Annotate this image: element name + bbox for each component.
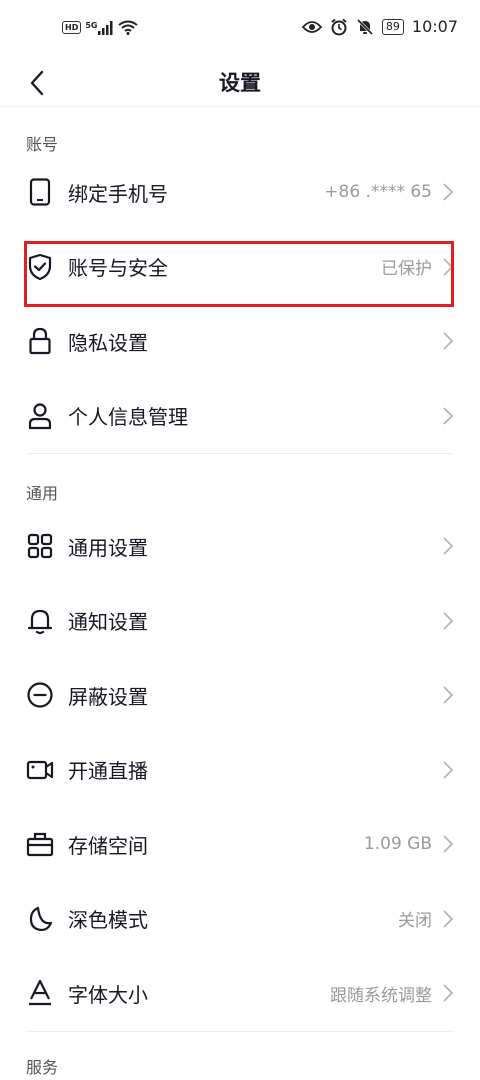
block-icon [26,681,54,709]
eye-icon [301,20,322,33]
row-value: 关闭 [398,911,432,932]
shield-check-icon [26,253,54,281]
video-camera-icon [26,756,54,784]
bell-icon [26,607,54,635]
font-a-icon [26,979,54,1007]
row-label: 个人信息管理 [68,405,188,430]
row-value: 跟随系统调整 [330,985,432,1006]
lock-icon [26,327,54,355]
row-block-settings[interactable]: 屏蔽设置 [0,658,480,733]
chevron-right-icon [443,686,454,704]
row-label: 隐私设置 [68,330,148,355]
chevron-right-icon [443,407,454,425]
status-left: HD 5G [62,20,139,35]
row-label: 绑定手机号 [68,181,168,206]
row-dark-mode[interactable]: 深色模式 关闭 [0,882,480,957]
section-divider [26,1030,454,1032]
status-time: 10:07 [411,17,458,36]
row-privacy[interactable]: 隐私设置 [0,304,480,379]
signal-icon: 5G [85,20,114,35]
section-header-account: 账号 [26,135,59,154]
chevron-right-icon [443,910,454,928]
row-value: +86 .**** 65 [324,182,432,203]
row-storage[interactable]: 存储空间 1.09 GB [0,807,480,882]
row-label: 开通直播 [68,759,148,784]
section-divider [26,453,454,454]
row-label: 通知设置 [68,610,148,635]
row-live[interactable]: 开通直播 [0,733,480,808]
network-label: 5G [85,20,98,30]
mute-bell-icon [356,18,373,35]
section-header-service: 服务 [26,1057,59,1077]
row-personal-info[interactable]: 个人信息管理 [0,379,480,454]
chevron-right-icon [443,332,454,350]
chevron-right-icon [443,183,454,201]
hd-icon: HD [62,21,82,34]
briefcase-icon [26,830,54,858]
grid-icon [26,532,54,560]
moon-icon [26,905,54,933]
chevron-right-icon [443,537,454,555]
battery-icon: 89 [381,18,404,35]
chevron-right-icon [443,835,454,853]
chevron-right-icon [443,258,454,276]
alarm-icon [331,18,347,35]
section-header-general: 通用 [26,484,59,503]
person-icon [26,402,54,430]
row-general-settings[interactable]: 通用设置 [0,509,480,584]
row-value: 1.09 GB [363,834,432,855]
wifi-icon [118,20,139,35]
chevron-right-icon [443,984,454,1002]
row-label: 屏蔽设置 [68,684,148,709]
row-notifications[interactable]: 通知设置 [0,584,480,659]
page-title: 设置 [219,71,261,95]
row-label: 通用设置 [68,535,148,560]
nav-bar: 设置 [0,60,480,107]
row-label: 存储空间 [68,833,148,858]
row-label: 字体大小 [68,982,148,1007]
row-account-security[interactable]: 账号与安全 已保护 [0,230,480,305]
row-value: 已保护 [381,259,432,280]
status-bar: HD 5G 89 10:07 [0,0,480,60]
chevron-right-icon [443,761,454,779]
row-label: 账号与安全 [68,256,168,281]
chevron-right-icon [443,612,454,630]
row-bind-phone[interactable]: 绑定手机号 +86 .**** 65 [0,155,480,230]
phone-icon [26,178,54,206]
status-right: 89 10:07 [301,17,458,36]
row-font-size[interactable]: 字体大小 跟随系统调整 [0,956,480,1031]
row-label: 深色模式 [68,908,148,933]
